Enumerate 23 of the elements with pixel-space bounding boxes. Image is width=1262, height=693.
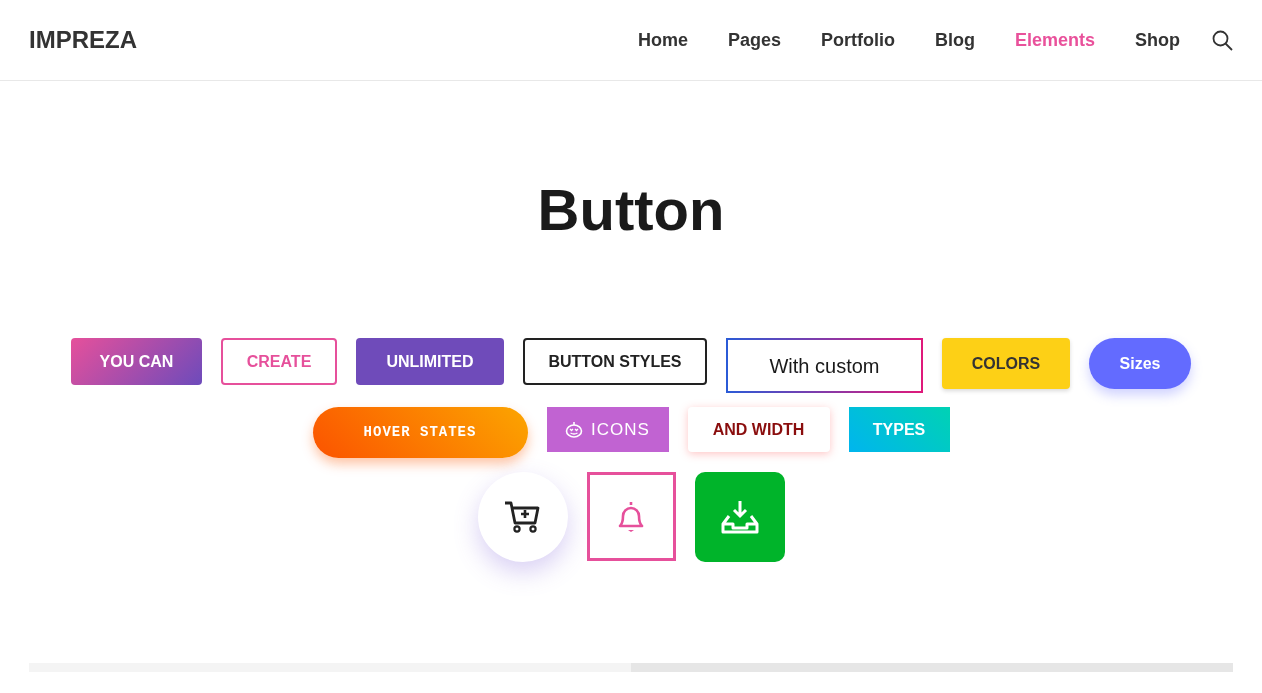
button[interactable]: Sizes xyxy=(1089,338,1191,389)
bell-icon xyxy=(616,500,646,533)
page-title: Button xyxy=(536,179,726,241)
button[interactable]: AND WIDTH xyxy=(687,407,830,452)
cart-icon xyxy=(503,501,542,533)
nav-link[interactable]: Home xyxy=(617,26,708,54)
pumpkin-icon xyxy=(565,421,584,438)
button[interactable]: YOU CAN xyxy=(71,338,202,385)
nav-link[interactable]: Shop xyxy=(1115,26,1200,54)
button[interactable]: ICONS xyxy=(546,407,669,452)
search-icon[interactable] xyxy=(1212,29,1233,51)
download-icon xyxy=(720,500,759,534)
nav-link[interactable]: Blog xyxy=(914,26,995,54)
button[interactable]: CREATE xyxy=(221,338,337,385)
button[interactable]: COLORS xyxy=(942,338,1070,389)
button[interactable]: BUTTON STYLES xyxy=(523,338,707,385)
logo[interactable]: IMPREZA xyxy=(29,22,137,58)
nav-link[interactable]: Portfolio xyxy=(800,26,915,54)
nav-link[interactable]: Pages xyxy=(707,26,801,54)
button[interactable]: With custom xyxy=(726,338,923,393)
download-button[interactable] xyxy=(694,472,785,562)
bell-button[interactable] xyxy=(586,472,676,561)
button[interactable]: UNLIMITED xyxy=(356,338,504,385)
